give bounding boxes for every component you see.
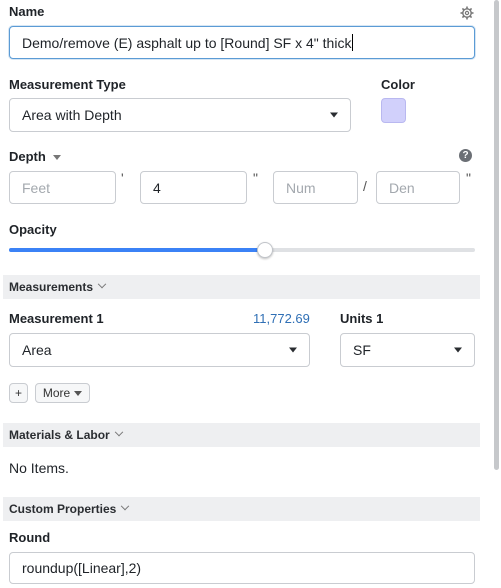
measurement-1-type-select[interactable]: Area	[9, 333, 310, 367]
round-formula-input[interactable]: roundup([Linear],2)	[9, 552, 475, 584]
opacity-slider-thumb[interactable]	[257, 242, 274, 258]
chevron-down-icon	[121, 501, 130, 511]
units-1-value: SF	[353, 342, 371, 358]
depth-label-text: Depth	[9, 149, 46, 164]
opacity-slider[interactable]	[9, 242, 475, 258]
name-label: Name	[9, 4, 45, 19]
more-button-label: More	[42, 386, 71, 400]
add-button-label: +	[14, 386, 22, 400]
depth-feet-input[interactable]: Feet	[9, 171, 116, 204]
feet-unit-mark: '	[121, 170, 124, 186]
measurements-section-header[interactable]: Measurements	[3, 275, 480, 299]
opacity-slider-fill	[9, 248, 266, 252]
vertical-scrollbar[interactable]	[494, 0, 499, 470]
opacity-label: Opacity	[9, 222, 57, 237]
units-1-select[interactable]: SF	[340, 333, 475, 367]
chevron-down-icon	[97, 279, 107, 289]
measurements-header-text: Measurements	[9, 280, 94, 294]
custom-properties-header-text: Custom Properties	[9, 502, 117, 516]
caret-down-icon	[74, 390, 83, 396]
chevron-down-icon	[114, 427, 123, 437]
measurement-type-value: Area with Depth	[22, 107, 122, 123]
add-measurement-button[interactable]: +	[9, 383, 28, 403]
depth-denominator-placeholder: Den	[389, 179, 415, 196]
depth-numerator-input[interactable]: Num	[273, 171, 358, 204]
color-label: Color	[381, 77, 415, 92]
help-icon[interactable]: ?	[459, 149, 472, 162]
chevron-down-icon	[289, 347, 297, 353]
measurement-1-label: Measurement 1	[9, 311, 104, 326]
custom-properties-section-header[interactable]: Custom Properties	[3, 497, 480, 521]
name-input[interactable]: Demo/remove (E) asphalt up to [Round] SF…	[9, 26, 475, 59]
units-1-label: Units 1	[340, 311, 384, 326]
measurement-type-select[interactable]: Area with Depth	[9, 98, 351, 132]
name-input-value: Demo/remove (E) asphalt up to [Round] SF…	[22, 34, 352, 51]
caret-down-icon	[53, 155, 62, 161]
fraction-slash: /	[363, 178, 367, 194]
round-formula-value: roundup([Linear],2)	[22, 560, 142, 576]
depth-numerator-placeholder: Num	[286, 179, 316, 196]
depth-inches-input[interactable]: 4	[140, 171, 247, 204]
round-label: Round	[9, 530, 51, 545]
color-swatch[interactable]	[381, 98, 406, 123]
materials-header-text: Materials & Labor	[9, 428, 110, 442]
chevron-down-icon	[330, 112, 338, 118]
chevron-down-icon	[454, 347, 462, 353]
depth-label[interactable]: Depth	[9, 149, 62, 164]
materials-labor-section-header[interactable]: Materials & Labor	[3, 423, 480, 447]
fraction-unit-mark: "	[466, 170, 471, 186]
measurement-1-value: 11,772.69	[253, 311, 310, 326]
depth-feet-placeholder: Feet	[22, 179, 51, 196]
more-button[interactable]: More	[35, 383, 90, 403]
depth-inches-value: 4	[153, 179, 161, 196]
inches-unit-mark: "	[253, 170, 258, 186]
measurement-1-type-value: Area	[22, 342, 52, 358]
measurement-type-label: Measurement Type	[9, 77, 126, 92]
settings-gear-icon[interactable]	[460, 6, 474, 20]
materials-empty-text: No Items.	[9, 460, 69, 476]
depth-denominator-input[interactable]: Den	[376, 171, 460, 204]
